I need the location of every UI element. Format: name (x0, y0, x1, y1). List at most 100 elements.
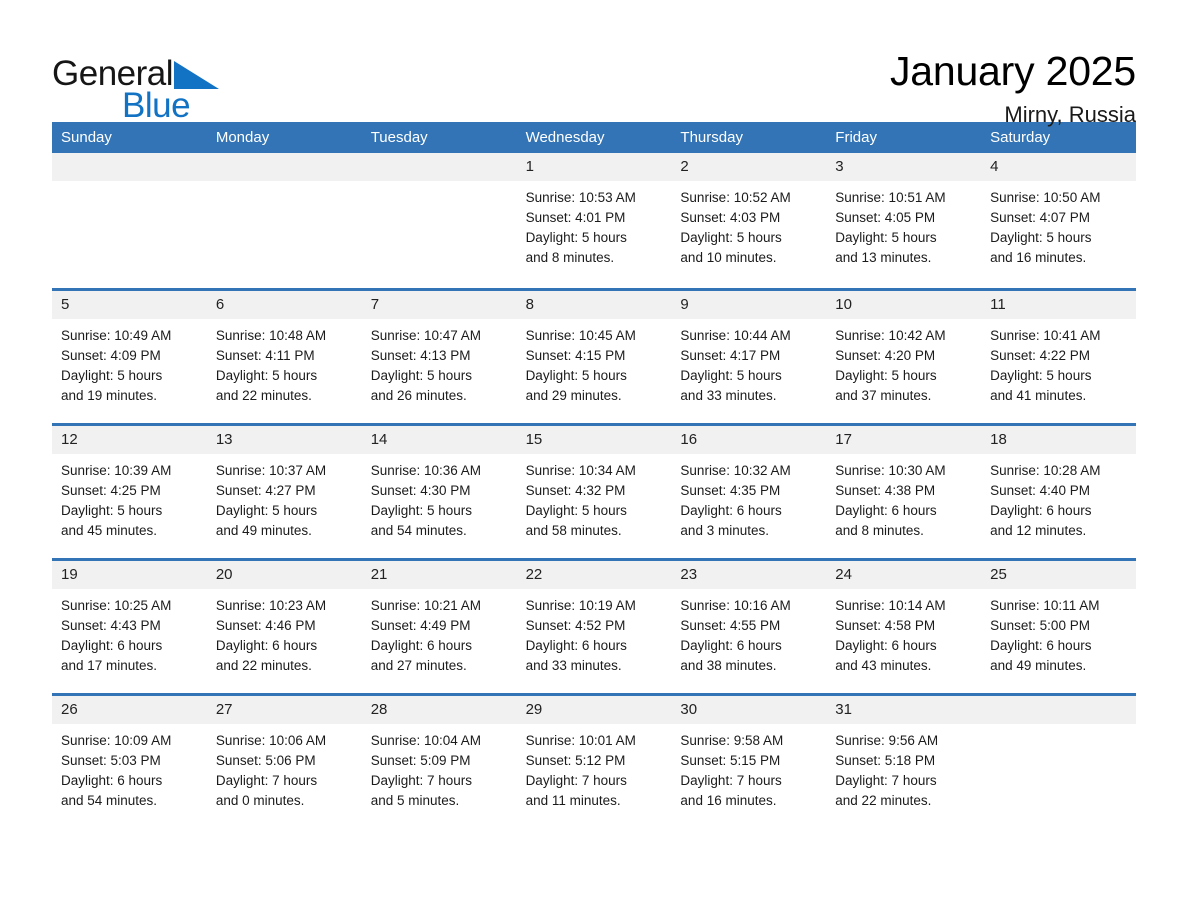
sunrise-text: Sunrise: 10:06 AM (215, 733, 327, 748)
calendar-page: General Blue January 2025 Mirny, Russia … (0, 0, 1188, 918)
day-details: Sunrise: 10:52 AM Sunset: 4:03 PM Daylight… (671, 181, 827, 268)
calendar-day-cell[interactable]: 29 Sunrise: 10:01 AM Sunset: 5:12 PM Daylig… (516, 696, 672, 828)
daylight-text-line1: Daylight: 7 hours (215, 773, 318, 788)
calendar-day-cell[interactable]: 17 Sunrise: 10:30 AM Sunset: 4:38 PM Daylig… (826, 426, 982, 558)
day-details (361, 181, 517, 188)
weekday-header-thursday: Thursday (680, 129, 743, 146)
calendar-day-cell[interactable]: 25 Sunrise: 10:11 AM Sunset: 5:00 PM Daylig… (981, 561, 1136, 693)
page-header: General Blue January 2025 Mirny, Russia (0, 0, 1188, 127)
weekday-header-wednesday: Wednesday (525, 129, 605, 146)
day-number: 6 (206, 291, 362, 319)
daylight-text-line2: and 8 minutes. (835, 523, 924, 538)
daylight-text-line2: and 13 minutes. (835, 250, 932, 265)
sunset-text: Sunset: 4:40 PM (990, 483, 1090, 498)
sunrise-text: Sunrise: 10:44 AM (680, 328, 791, 343)
sunrise-text: Sunrise: 10:01 AM (525, 733, 636, 748)
calendar-weeks: 1 Sunrise: 10:53 AM Sunset: 4:01 PM Dayligh… (52, 153, 1136, 828)
day-details: Sunrise: 10:36 AM Sunset: 4:30 PM Daylight… (361, 454, 517, 541)
sunset-text: Sunset: 5:15 PM (680, 753, 781, 768)
sunrise-text: Sunrise: 10:11 AM (990, 598, 1100, 613)
calendar-day-cell[interactable]: 9 Sunrise: 10:44 AM Sunset: 4:17 PM Dayligh… (671, 291, 827, 423)
calendar-day-cell[interactable]: 2 Sunrise: 10:52 AM Sunset: 4:03 PM Dayligh… (671, 153, 827, 288)
sunrise-text: Sunrise: 10:45 AM (525, 328, 636, 343)
day-number: 1 (516, 153, 672, 181)
sunrise-text: Sunrise: 10:39 AM (61, 463, 172, 478)
day-number: 7 (361, 291, 517, 319)
calendar-day-cell[interactable]: 11 Sunrise: 10:41 AM Sunset: 4:22 PM Daylig… (981, 291, 1136, 423)
daylight-text-line1: Daylight: 5 hours (525, 368, 627, 383)
weekday-header-monday: Monday (215, 129, 270, 146)
daylight-text-line1: Daylight: 5 hours (835, 368, 937, 383)
calendar-day-cell[interactable]: 6 Sunrise: 10:48 AM Sunset: 4:11 PM Dayligh… (206, 291, 362, 423)
daylight-text-line1: Daylight: 6 hours (990, 638, 1092, 653)
calendar-day-cell[interactable]: 18 Sunrise: 10:28 AM Sunset: 4:40 PM Daylig… (981, 426, 1136, 558)
calendar-day-cell[interactable]: 20 Sunrise: 10:23 AM Sunset: 4:46 PM Daylig… (206, 561, 362, 693)
calendar-grid: Sunday Monday Tuesday Wednesday Thursday Frid… (52, 122, 1136, 828)
logo-line-two: Blue (52, 88, 219, 124)
day-details: Sunrise: 10:01 AM Sunset: 5:12 PM Daylight… (516, 724, 672, 811)
calendar-day-cell[interactable]: 15 Sunrise: 10:34 AM Sunset: 4:32 PM Daylig… (516, 426, 672, 558)
calendar-day-cell[interactable]: 28 Sunrise: 10:04 AM Sunset: 5:09 PM Daylig… (361, 696, 517, 828)
calendar-day-cell[interactable]: 4 Sunrise: 10:50 AM Sunset: 4:07 PM Dayligh… (981, 153, 1136, 288)
calendar-day-cell-empty (206, 153, 362, 288)
daylight-text-line1: Daylight: 7 hours (680, 773, 782, 788)
title-block: January 2025 Mirny, Russia (890, 44, 1136, 130)
day-number: 14 (361, 426, 517, 454)
calendar-day-cell[interactable]: 3 Sunrise: 10:51 AM Sunset: 4:05 PM Dayligh… (826, 153, 982, 288)
daylight-text-line2: and 58 minutes. (525, 523, 622, 538)
daylight-text-line2: and 38 minutes. (680, 658, 777, 673)
day-number: 21 (361, 561, 517, 589)
calendar-day-cell[interactable]: 10 Sunrise: 10:42 AM Sunset: 4:20 PM Daylig… (826, 291, 982, 423)
sunrise-text: Sunrise: 10:09 AM (61, 733, 172, 748)
sunset-text: Sunset: 4:03 PM (680, 210, 781, 225)
sunrise-text: Sunrise: 10:37 AM (215, 463, 327, 478)
day-number: 18 (981, 426, 1136, 454)
calendar-day-cell-empty (52, 153, 207, 288)
calendar-day-cell[interactable]: 21 Sunrise: 10:21 AM Sunset: 4:49 PM Daylig… (361, 561, 517, 693)
calendar-day-cell[interactable]: 27 Sunrise: 10:06 AM Sunset: 5:06 PM Daylig… (206, 696, 362, 828)
daylight-text-line2: and 0 minutes. (215, 793, 305, 808)
calendar-day-cell[interactable]: 5 Sunrise: 10:49 AM Sunset: 4:09 PM Dayligh… (52, 291, 207, 423)
day-number (981, 696, 1136, 724)
calendar-day-cell[interactable]: 12 Sunrise: 10:39 AM Sunset: 4:25 PM Daylig… (52, 426, 207, 558)
weekday-header-sunday: Sunday (61, 129, 112, 146)
calendar-day-cell[interactable]: 26 Sunrise: 10:09 AM Sunset: 5:03 PM Daylig… (52, 696, 207, 828)
calendar-day-cell[interactable]: 1 Sunrise: 10:53 AM Sunset: 4:01 PM Dayligh… (516, 153, 672, 288)
sunset-text: Sunset: 4:17 PM (680, 348, 781, 363)
daylight-text-line2: and 11 minutes. (525, 793, 621, 808)
calendar-day-cell[interactable]: 23 Sunrise: 10:16 AM Sunset: 4:55 PM Daylig… (671, 561, 827, 693)
calendar-day-cell[interactable]: 14 Sunrise: 10:36 AM Sunset: 4:30 PM Daylig… (361, 426, 517, 558)
daylight-text-line1: Daylight: 6 hours (990, 503, 1092, 518)
sunset-text: Sunset: 4:35 PM (680, 483, 781, 498)
calendar-day-cell[interactable]: 8 Sunrise: 10:45 AM Sunset: 4:15 PM Dayligh… (516, 291, 672, 423)
calendar-day-cell[interactable]: 22 Sunrise: 10:19 AM Sunset: 4:52 PM Daylig… (516, 561, 672, 693)
day-details: Sunrise: 10:41 AM Sunset: 4:22 PM Daylight… (981, 319, 1136, 406)
daylight-text-line1: Daylight: 6 hours (680, 503, 782, 518)
day-details: Sunrise: 10:16 AM Sunset: 4:55 PM Daylight… (671, 589, 827, 676)
sunset-text: Sunset: 5:03 PM (61, 753, 161, 768)
daylight-text-line2: and 19 minutes. (61, 388, 158, 403)
day-details: Sunrise: 10:51 AM Sunset: 4:05 PM Daylight… (826, 181, 982, 268)
daylight-text-line1: Daylight: 6 hours (835, 503, 937, 518)
sunset-text: Sunset: 4:22 PM (990, 348, 1090, 363)
calendar-day-cell[interactable]: 24 Sunrise: 10:14 AM Sunset: 4:58 PM Daylig… (826, 561, 982, 693)
day-number: 8 (516, 291, 672, 319)
day-number: 5 (52, 291, 207, 319)
sunset-text: Sunset: 4:46 PM (215, 618, 316, 633)
calendar-day-cell[interactable]: 31 Sunrise: 9:56 AM Sunset: 5:18 PM Dayligh… (826, 696, 982, 828)
calendar-day-cell[interactable]: 30 Sunrise: 9:58 AM Sunset: 5:15 PM Dayligh… (671, 696, 827, 828)
day-number: 19 (52, 561, 207, 589)
calendar-day-cell[interactable]: 16 Sunrise: 10:32 AM Sunset: 4:35 PM Daylig… (671, 426, 827, 558)
day-number: 27 (206, 696, 362, 724)
calendar-day-cell[interactable]: 19 Sunrise: 10:25 AM Sunset: 4:43 PM Daylig… (52, 561, 207, 693)
sunrise-text: Sunrise: 10:19 AM (525, 598, 636, 613)
daylight-text-line2: and 37 minutes. (835, 388, 932, 403)
weekday-header-saturday: Saturday (990, 129, 1051, 146)
calendar-day-cell[interactable]: 7 Sunrise: 10:47 AM Sunset: 4:13 PM Dayligh… (361, 291, 517, 423)
page-title: January 2025 (889, 48, 1136, 94)
day-details: Sunrise: 10:14 AM Sunset: 4:58 PM Daylight… (826, 589, 982, 676)
day-details: Sunrise: 10:32 AM Sunset: 4:35 PM Daylight… (671, 454, 827, 541)
calendar-day-cell[interactable]: 13 Sunrise: 10:37 AM Sunset: 4:27 PM Daylig… (206, 426, 362, 558)
weekday-header-friday: Friday (835, 129, 877, 146)
daylight-text-line1: Daylight: 6 hours (525, 638, 627, 653)
